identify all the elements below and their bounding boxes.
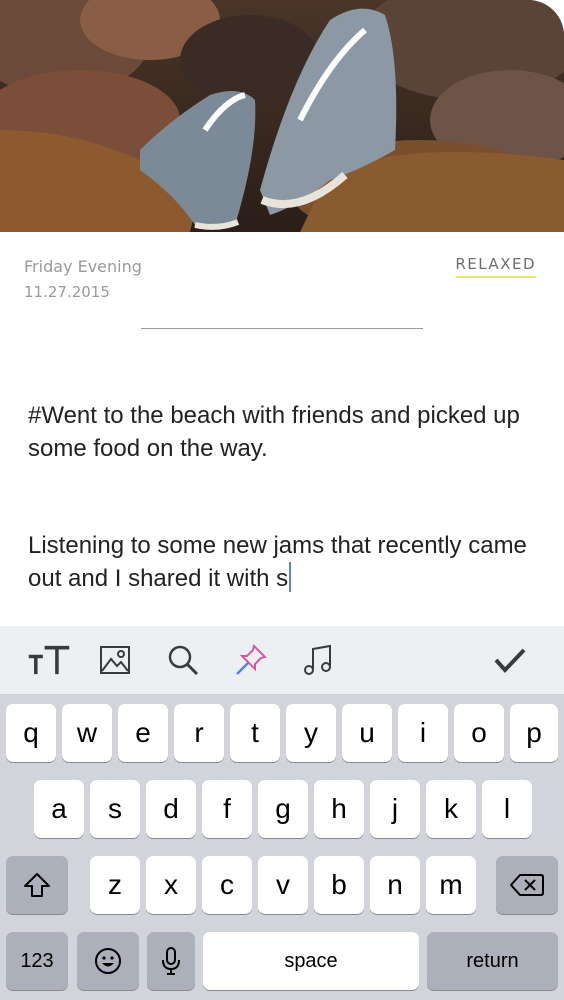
key-x[interactable]: x — [146, 856, 196, 914]
mood-label[interactable]: RELAXED — [455, 255, 536, 273]
key-r[interactable]: r — [174, 704, 224, 762]
key-j[interactable]: j — [370, 780, 420, 838]
return-key[interactable]: return — [427, 932, 558, 990]
microphone-icon — [162, 947, 180, 975]
text-size-icon[interactable] — [27, 638, 71, 682]
key-f[interactable]: f — [202, 780, 252, 838]
key-q[interactable]: q — [6, 704, 56, 762]
entry-paragraph-2-text: Listening to some new jams that recently… — [28, 532, 527, 592]
key-v[interactable]: v — [258, 856, 308, 914]
backspace-icon — [510, 874, 544, 896]
entry-paragraph-1-text: #Went to the beach with friends and pick… — [28, 402, 520, 462]
emoji-icon — [95, 948, 121, 974]
entry-day: Friday Evening — [24, 257, 142, 276]
pin-icon[interactable] — [229, 638, 273, 682]
image-icon[interactable] — [93, 638, 137, 682]
entry-paragraph-1[interactable]: #Went to the beach with friends and pick… — [28, 399, 548, 465]
key-l[interactable]: l — [482, 780, 532, 838]
key-p[interactable]: p — [510, 704, 558, 762]
entry-paragraph-2[interactable]: Listening to some new jams that recently… — [28, 529, 548, 595]
dictation-key[interactable] — [147, 932, 195, 990]
key-w[interactable]: w — [62, 704, 112, 762]
emoji-key[interactable] — [77, 932, 139, 990]
formatting-toolbar — [0, 626, 564, 694]
text-caret — [289, 562, 292, 592]
delete-key[interactable] — [496, 856, 558, 914]
key-c[interactable]: c — [202, 856, 252, 914]
shift-key[interactable] — [6, 856, 68, 914]
numbers-key[interactable]: 123 — [6, 932, 68, 990]
key-y[interactable]: y — [286, 704, 336, 762]
key-o[interactable]: o — [454, 704, 504, 762]
key-e[interactable]: e — [118, 704, 168, 762]
key-s[interactable]: s — [90, 780, 140, 838]
key-h[interactable]: h — [314, 780, 364, 838]
keyboard: q w e r t y u i o p a s d f g h j k l z … — [0, 694, 564, 1000]
feet-on-rocks-image — [0, 0, 564, 232]
key-t[interactable]: t — [230, 704, 280, 762]
key-a[interactable]: a — [34, 780, 84, 838]
search-icon[interactable] — [161, 638, 205, 682]
mood-underline — [456, 276, 536, 278]
journal-entry-screen: Friday Evening 11.27.2015 RELAXED #Went … — [0, 0, 564, 1000]
key-n[interactable]: n — [370, 856, 420, 914]
hero-photo — [0, 0, 564, 232]
key-i[interactable]: i — [398, 704, 448, 762]
key-d[interactable]: d — [146, 780, 196, 838]
checkmark-icon[interactable] — [488, 638, 532, 682]
key-z[interactable]: z — [90, 856, 140, 914]
divider — [141, 328, 423, 329]
key-k[interactable]: k — [426, 780, 476, 838]
music-note-icon[interactable] — [296, 638, 340, 682]
space-key[interactable]: space — [203, 932, 419, 990]
entry-date: 11.27.2015 — [24, 283, 110, 301]
key-u[interactable]: u — [342, 704, 392, 762]
key-b[interactable]: b — [314, 856, 364, 914]
key-g[interactable]: g — [258, 780, 308, 838]
key-m[interactable]: m — [426, 856, 476, 914]
shift-icon — [24, 873, 50, 897]
